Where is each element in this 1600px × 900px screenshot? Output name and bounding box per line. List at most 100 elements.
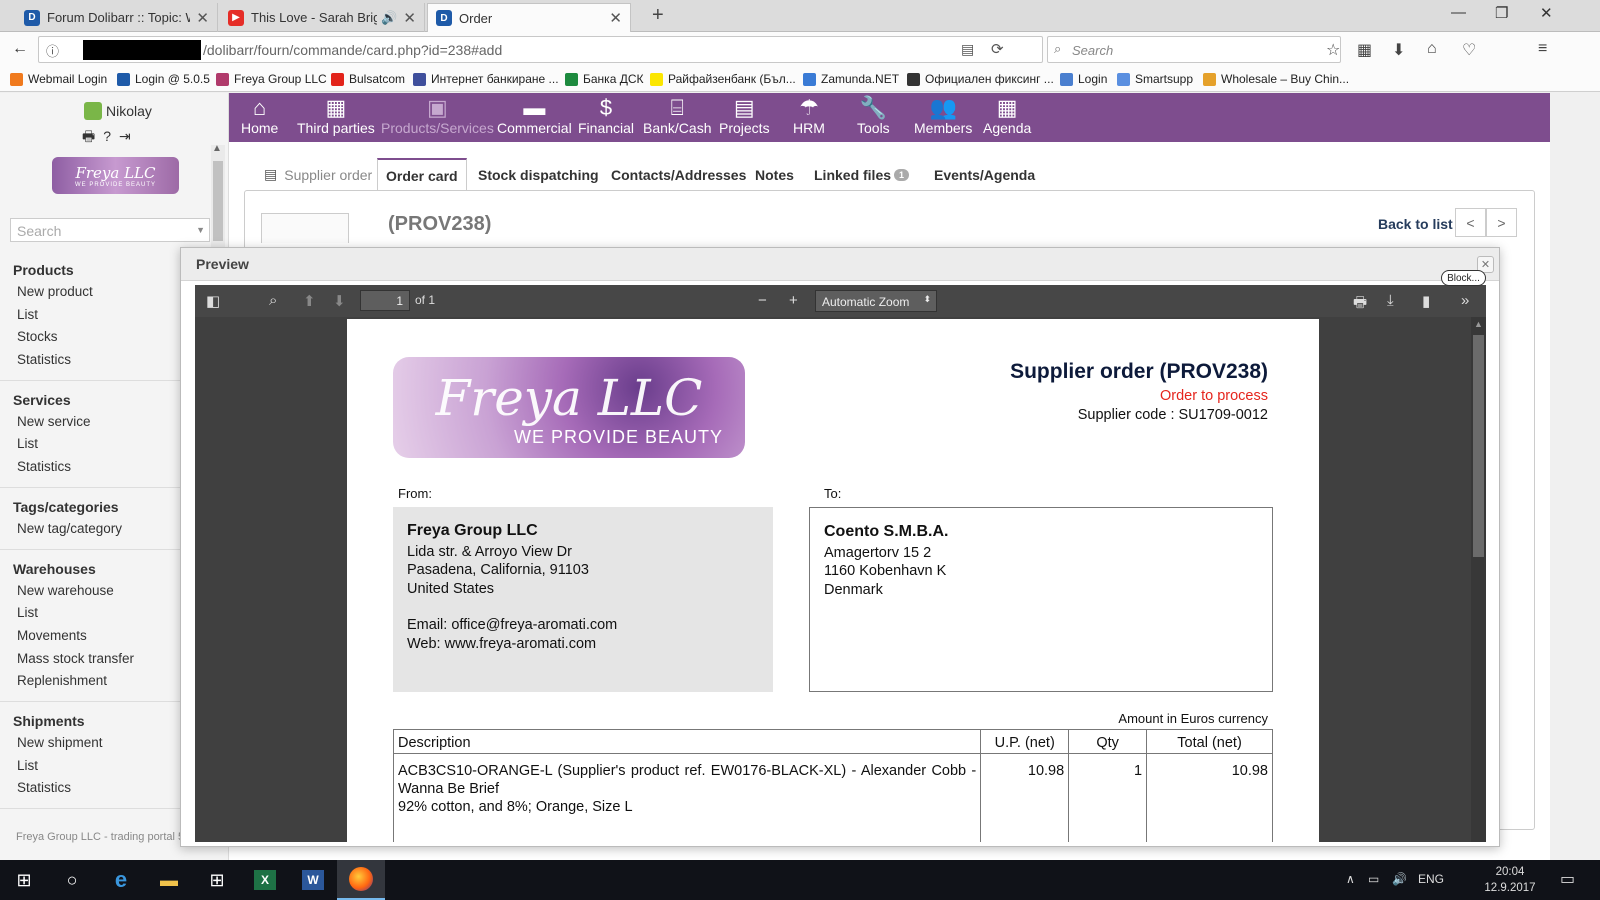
browser-tab-youtube[interactable]: ▶ This Love - Sarah Brightm 🔊 ✕	[220, 3, 425, 32]
find-icon[interactable]: ⌕	[269, 292, 277, 309]
minimize-icon[interactable]: —	[1451, 4, 1466, 21]
scroll-thumb[interactable]	[213, 161, 223, 241]
logout-icon[interactable]: ⇥	[119, 128, 139, 144]
menu-item[interactable]: Statistics	[0, 456, 180, 479]
window-close-icon[interactable]: ✕	[1540, 4, 1553, 22]
next-page-icon[interactable]: ⬇	[333, 292, 346, 310]
menu-icon[interactable]: ≡	[1538, 40, 1547, 58]
menu-heading[interactable]: Products	[0, 259, 180, 281]
company-logo[interactable]: Freya LLC WE PROVIDE BEAUTY	[52, 157, 179, 194]
menu-item[interactable]: New tag/category	[0, 518, 180, 541]
tools-icon[interactable]: »	[1461, 292, 1469, 309]
store-icon[interactable]: ⊞	[193, 860, 241, 900]
back-to-list-link[interactable]: Back to list	[1378, 216, 1453, 232]
menu-item[interactable]: New service	[0, 411, 180, 434]
tab-linked-files[interactable]: Linked files 1	[814, 158, 910, 191]
edge-icon[interactable]: e	[97, 860, 145, 900]
print-icon[interactable]: 🖶	[1353, 292, 1367, 317]
topmenu-commercial[interactable]: ▬ Commercial	[497, 93, 572, 142]
menu-heading[interactable]: Shipments	[0, 710, 180, 732]
windows-start-icon[interactable]: ⊞	[0, 860, 48, 900]
bookmark[interactable]: Smartsupp	[1117, 72, 1193, 86]
topmenu-home[interactable]: ⌂ Home	[241, 93, 278, 142]
bookmark[interactable]: Login @ 5.0.5	[117, 72, 210, 86]
close-icon[interactable]: ✕	[609, 9, 622, 27]
bookmark[interactable]: Wholesale – Buy Chin...	[1203, 72, 1349, 86]
word-icon[interactable]: W	[289, 860, 337, 900]
address-bar[interactable]: ⓘ /dolibarr/fourn/commande/card.php?id=2…	[38, 36, 1043, 63]
prev-record-button[interactable]: <	[1455, 208, 1486, 237]
topmenu-financial[interactable]: $ Financial	[578, 93, 634, 142]
scroll-thumb[interactable]	[1473, 335, 1484, 557]
download-icon[interactable]: ⤓	[1387, 292, 1394, 309]
topmenu-projects[interactable]: ▤ Projects	[719, 93, 770, 142]
menu-item[interactable]: New product	[0, 281, 180, 304]
menu-heading[interactable]: Warehouses	[0, 558, 180, 580]
clock[interactable]: 20:04 12.9.2017 г.	[1480, 864, 1540, 900]
tab-supplier-order[interactable]: ▤ Supplier order	[264, 158, 372, 191]
bookmark[interactable]: Банка ДСК	[565, 72, 643, 86]
tab-contacts-addresses[interactable]: Contacts/Addresses	[611, 158, 746, 191]
chevron-up-icon[interactable]: ∧	[1346, 872, 1355, 886]
language-indicator[interactable]: ENG	[1418, 872, 1444, 886]
dialog-titlebar[interactable]: Preview ✕	[181, 248, 1499, 281]
info-icon[interactable]: ⓘ	[46, 41, 59, 60]
maximize-icon[interactable]: ❐	[1495, 4, 1508, 22]
menu-item[interactable]: Mass stock transfer	[0, 648, 180, 671]
folder-icon[interactable]: ▬	[145, 860, 193, 900]
menu-item[interactable]: Stocks	[0, 326, 180, 349]
bookmark[interactable]: Webmail Login	[10, 72, 107, 86]
scroll-up-icon[interactable]: ▲	[1474, 319, 1483, 329]
menu-item[interactable]: List	[0, 304, 180, 327]
browser-tab-forum[interactable]: D Forum Dolibarr :: Topic: Wro ✕	[16, 3, 218, 32]
cortana-icon[interactable]: ○	[48, 860, 96, 900]
topmenu-tools[interactable]: 🔧 Tools	[857, 93, 890, 142]
bookmark[interactable]: Райфайзенбанк (Бъл...	[650, 72, 796, 86]
bookmark-icon[interactable]: ▮	[1422, 292, 1430, 310]
firefox-icon[interactable]	[337, 860, 385, 900]
reload-icon[interactable]: ⟳	[991, 40, 1004, 58]
menu-heading[interactable]: Tags/categories	[0, 496, 180, 518]
menu-item[interactable]: Statistics	[0, 777, 180, 800]
topmenu-third-parties[interactable]: ▦ Third parties	[297, 93, 375, 142]
topmenu-hrm[interactable]: ☂ HRM	[793, 93, 825, 142]
bookmark[interactable]: Официален фиксинг ...	[907, 72, 1054, 86]
topmenu-members[interactable]: 👥 Members	[914, 93, 972, 142]
zoom-out-icon[interactable]: −	[758, 292, 767, 309]
next-record-button[interactable]: >	[1486, 208, 1517, 237]
close-icon[interactable]: ✕	[196, 9, 209, 27]
bookmark[interactable]: Login	[1060, 72, 1107, 86]
sidebar-search-select[interactable]: Search ▼	[10, 218, 210, 242]
help-icon[interactable]: ?	[103, 128, 119, 144]
excel-icon[interactable]: X	[241, 860, 289, 900]
speaker-icon[interactable]: 🔊	[381, 10, 397, 26]
sidebar-toggle-icon[interactable]: ◧	[206, 292, 220, 310]
zoom-select[interactable]: Automatic Zoom ⬍	[815, 290, 937, 312]
menu-item[interactable]: New shipment	[0, 732, 180, 755]
menu-item[interactable]: List	[0, 433, 180, 456]
tab-events-agenda[interactable]: Events/Agenda	[934, 158, 1035, 191]
zoom-in-icon[interactable]: +	[789, 292, 798, 309]
bookmark[interactable]: Bulsatcom	[331, 72, 405, 86]
volume-icon[interactable]: 🔊	[1392, 872, 1407, 886]
page-number-input[interactable]: 1	[360, 290, 410, 311]
back-arrow-icon[interactable]: ←	[12, 40, 28, 58]
tab-order-card[interactable]: Order card	[377, 158, 467, 191]
download-icon[interactable]: ⬇	[1392, 40, 1405, 60]
new-tab-icon[interactable]: +	[652, 4, 664, 27]
menu-heading[interactable]: Services	[0, 389, 180, 411]
topmenu-products-services[interactable]: ▣ Products/Services	[381, 93, 494, 142]
pocket-icon[interactable]: ♡	[1462, 40, 1476, 60]
menu-item[interactable]: Statistics	[0, 349, 180, 372]
browser-tab-order[interactable]: D Order ✕	[427, 3, 631, 32]
reader-view-icon[interactable]: ▤	[961, 41, 974, 58]
library-icon[interactable]: ▦	[1357, 40, 1372, 60]
tab-notes[interactable]: Notes	[755, 158, 794, 191]
pdf-scrollbar[interactable]: ▲	[1471, 317, 1486, 842]
star-icon[interactable]: ☆	[1326, 40, 1340, 60]
notifications-icon[interactable]: ▭	[1560, 869, 1575, 889]
pdf-viewer[interactable]: Freya LLC WE PROVIDE BEAUTY Supplier ord…	[195, 317, 1486, 842]
print-icon[interactable]: 🖶	[82, 128, 103, 144]
search-input[interactable]: ⌕ Search	[1047, 36, 1341, 63]
menu-item[interactable]: List	[0, 755, 180, 778]
